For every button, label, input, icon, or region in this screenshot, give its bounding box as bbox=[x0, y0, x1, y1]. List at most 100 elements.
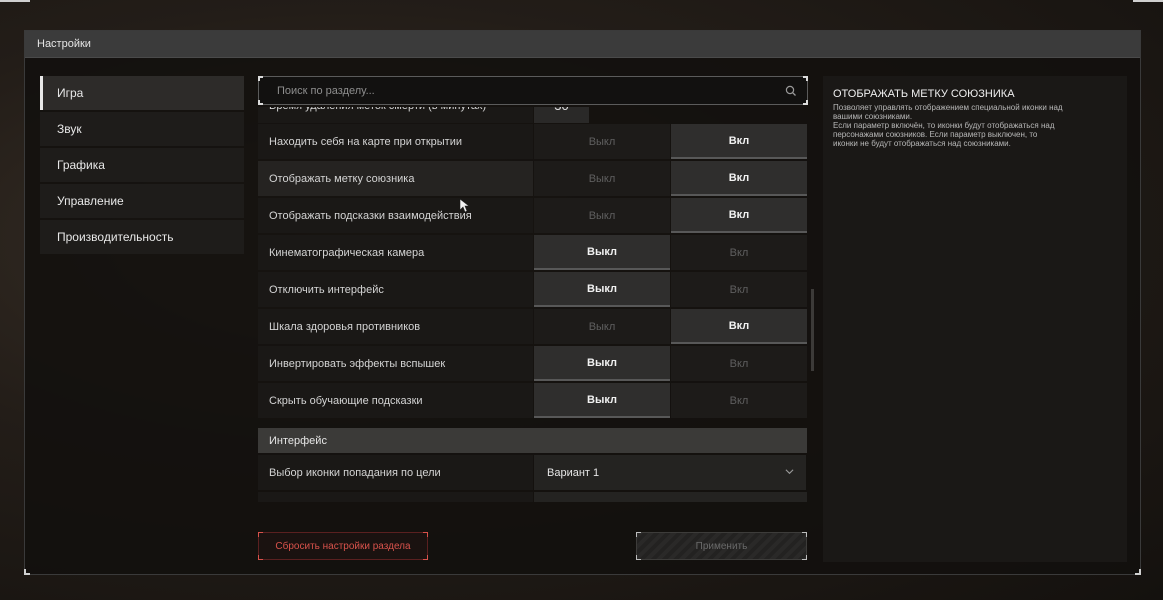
description-line: вашими союзниками. bbox=[833, 112, 913, 121]
setting-row-enemy-health-bar: Шкала здоровья противников Выкл Вкл bbox=[258, 309, 807, 344]
sidebar-item-label: Графика bbox=[57, 158, 105, 172]
toggle-off-option[interactable]: Выкл bbox=[534, 124, 670, 159]
toggle-group: Выкл Вкл bbox=[533, 124, 807, 159]
toggle-group: Выкл Вкл bbox=[533, 383, 807, 418]
description-line: иконки не будут отображаться над союзник… bbox=[833, 139, 1011, 148]
slider-value[interactable]: 30 bbox=[534, 107, 589, 123]
description-line: персонажами союзников. Если параметр вык… bbox=[833, 130, 1038, 139]
window-corner-bracket bbox=[24, 569, 30, 575]
toggle-group: Выкл Вкл bbox=[533, 198, 807, 233]
apply-label: Применить bbox=[695, 540, 748, 552]
toggle-on-option[interactable]: Вкл bbox=[671, 161, 807, 196]
section-title: Интерфейс bbox=[269, 434, 327, 447]
sidebar-item-graphics[interactable]: Графика bbox=[40, 148, 244, 182]
toggle-group: Выкл Вкл bbox=[533, 272, 807, 307]
reset-section-label: Сбросить настройки раздела bbox=[275, 540, 411, 552]
toggle-off-option[interactable]: Выкл bbox=[534, 309, 670, 344]
top-right-edge-line bbox=[1133, 0, 1163, 2]
description-text: Позволяет управлять отображением специал… bbox=[833, 103, 1117, 148]
settings-category-sidebar: Игра Звук Графика Управление Производите… bbox=[40, 76, 244, 256]
settings-window: Настройки Игра Звук Графика Управление П… bbox=[24, 30, 1141, 575]
setting-label: Инвертировать эффекты вспышек bbox=[258, 346, 533, 381]
row-label-cell bbox=[258, 492, 533, 502]
search-input[interactable]: Поиск по разделу... bbox=[258, 76, 808, 105]
sidebar-item-game[interactable]: Игра bbox=[40, 76, 244, 110]
toggle-on-option[interactable]: Вкл bbox=[671, 124, 807, 159]
toggle-group: Выкл Вкл bbox=[533, 161, 807, 196]
window-corner-bracket bbox=[1135, 569, 1141, 575]
toggle-group: Выкл Вкл bbox=[533, 346, 807, 381]
field-corner-bracket bbox=[803, 76, 808, 81]
row-value-cell bbox=[534, 492, 807, 502]
toggle-on-option[interactable]: Вкл bbox=[671, 198, 807, 233]
top-left-edge-line bbox=[0, 0, 30, 2]
button-corner-bracket bbox=[258, 532, 263, 537]
button-corner-bracket bbox=[423, 532, 428, 537]
sidebar-item-label: Производительность bbox=[57, 230, 174, 244]
sidebar-item-sound[interactable]: Звук bbox=[40, 112, 244, 146]
mouse-cursor-icon bbox=[460, 199, 470, 213]
toggle-group: Выкл Вкл bbox=[533, 309, 807, 344]
toggle-on-option[interactable]: Вкл bbox=[671, 235, 807, 270]
toggle-off-option[interactable]: Выкл bbox=[534, 346, 670, 381]
button-corner-bracket bbox=[636, 555, 641, 560]
setting-label: Выбор иконки попадания по цели bbox=[258, 455, 533, 490]
field-corner-bracket bbox=[803, 100, 808, 105]
setting-description-panel: ОТОБРАЖАТЬ МЕТКУ СОЮЗНИКА Позволяет упра… bbox=[823, 76, 1127, 562]
button-corner-bracket bbox=[802, 555, 807, 560]
next-row-partial bbox=[258, 492, 807, 502]
setting-row-hide-tutorial-hints: Скрыть обучающие подсказки Выкл Вкл bbox=[258, 383, 807, 418]
search-placeholder: Поиск по разделу... bbox=[277, 84, 375, 97]
hit-icon-dropdown[interactable]: Вариант 1 bbox=[534, 455, 806, 490]
reset-section-button[interactable]: Сбросить настройки раздела bbox=[258, 532, 428, 560]
window-title-bar: Настройки bbox=[25, 31, 1140, 58]
toggle-on-option[interactable]: Вкл bbox=[671, 309, 807, 344]
toggle-off-option[interactable]: Выкл bbox=[534, 272, 670, 307]
sidebar-item-performance[interactable]: Производительность bbox=[40, 220, 244, 254]
toggle-off-option[interactable]: Выкл bbox=[534, 161, 670, 196]
setting-row-invert-flash-effects: Инвертировать эффекты вспышек Выкл Вкл bbox=[258, 346, 807, 381]
sidebar-item-label: Игра bbox=[57, 86, 84, 100]
sidebar-item-label: Звук bbox=[57, 122, 82, 136]
setting-row-disable-interface: Отключить интерфейс Выкл Вкл bbox=[258, 272, 807, 307]
setting-label: Время удаления меток смерти (в минутах) bbox=[258, 107, 533, 123]
apply-button[interactable]: Применить bbox=[636, 532, 807, 560]
toggle-off-option[interactable]: Выкл bbox=[534, 383, 670, 418]
button-corner-bracket bbox=[802, 532, 807, 537]
button-corner-bracket bbox=[636, 532, 641, 537]
setting-label: Скрыть обучающие подсказки bbox=[258, 383, 533, 418]
setting-row-cinematic-camera: Кинематографическая камера Выкл Вкл bbox=[258, 235, 807, 270]
field-corner-bracket bbox=[258, 100, 263, 105]
search-icon[interactable] bbox=[783, 83, 799, 99]
setting-label: Шкала здоровья противников bbox=[258, 309, 533, 344]
sidebar-item-label: Управление bbox=[57, 194, 124, 208]
toggle-on-option[interactable]: Вкл bbox=[671, 272, 807, 307]
window-title: Настройки bbox=[37, 38, 91, 50]
setting-label: Находить себя на карте при открытии bbox=[258, 124, 533, 159]
field-corner-bracket bbox=[258, 76, 263, 81]
setting-label: Отключить интерфейс bbox=[258, 272, 533, 307]
death-marker-timeout-row: Время удаления меток смерти (в минутах) … bbox=[258, 107, 807, 123]
toggle-off-option[interactable]: Выкл bbox=[534, 235, 670, 270]
toggle-on-option[interactable]: Вкл bbox=[671, 383, 807, 418]
toggle-group: Выкл Вкл bbox=[533, 235, 807, 270]
sidebar-item-controls[interactable]: Управление bbox=[40, 184, 244, 218]
setting-row-interaction-hints: Отображать подсказки взаимодействия Выкл… bbox=[258, 198, 807, 233]
section-header-interface: Интерфейс bbox=[258, 428, 807, 453]
chevron-down-icon bbox=[785, 469, 794, 475]
description-title: ОТОБРАЖАТЬ МЕТКУ СОЮЗНИКА bbox=[833, 88, 1015, 100]
death-marker-timeout-slider[interactable]: ◀ ▶ bbox=[597, 107, 797, 123]
setting-row-hit-icon: Выбор иконки попадания по цели Вариант 1 bbox=[258, 455, 807, 490]
description-line: Если параметр включён, то иконки будут о… bbox=[833, 121, 1055, 130]
setting-label: Отображать подсказки взаимодействия bbox=[258, 198, 533, 233]
settings-scrollbar[interactable] bbox=[811, 289, 814, 371]
setting-row-ally-marker: Отображать метку союзника Выкл Вкл bbox=[258, 161, 807, 196]
toggle-on-option[interactable]: Вкл bbox=[671, 346, 807, 381]
setting-label: Отображать метку союзника bbox=[258, 161, 533, 196]
description-line: Позволяет управлять отображением специал… bbox=[833, 103, 1063, 112]
setting-row-find-self-on-map: Находить себя на карте при открытии Выкл… bbox=[258, 124, 807, 159]
button-corner-bracket bbox=[423, 555, 428, 560]
settings-list: Время удаления меток смерти (в минутах) … bbox=[258, 107, 808, 517]
toggle-off-option[interactable]: Выкл bbox=[534, 198, 670, 233]
button-corner-bracket bbox=[258, 555, 263, 560]
